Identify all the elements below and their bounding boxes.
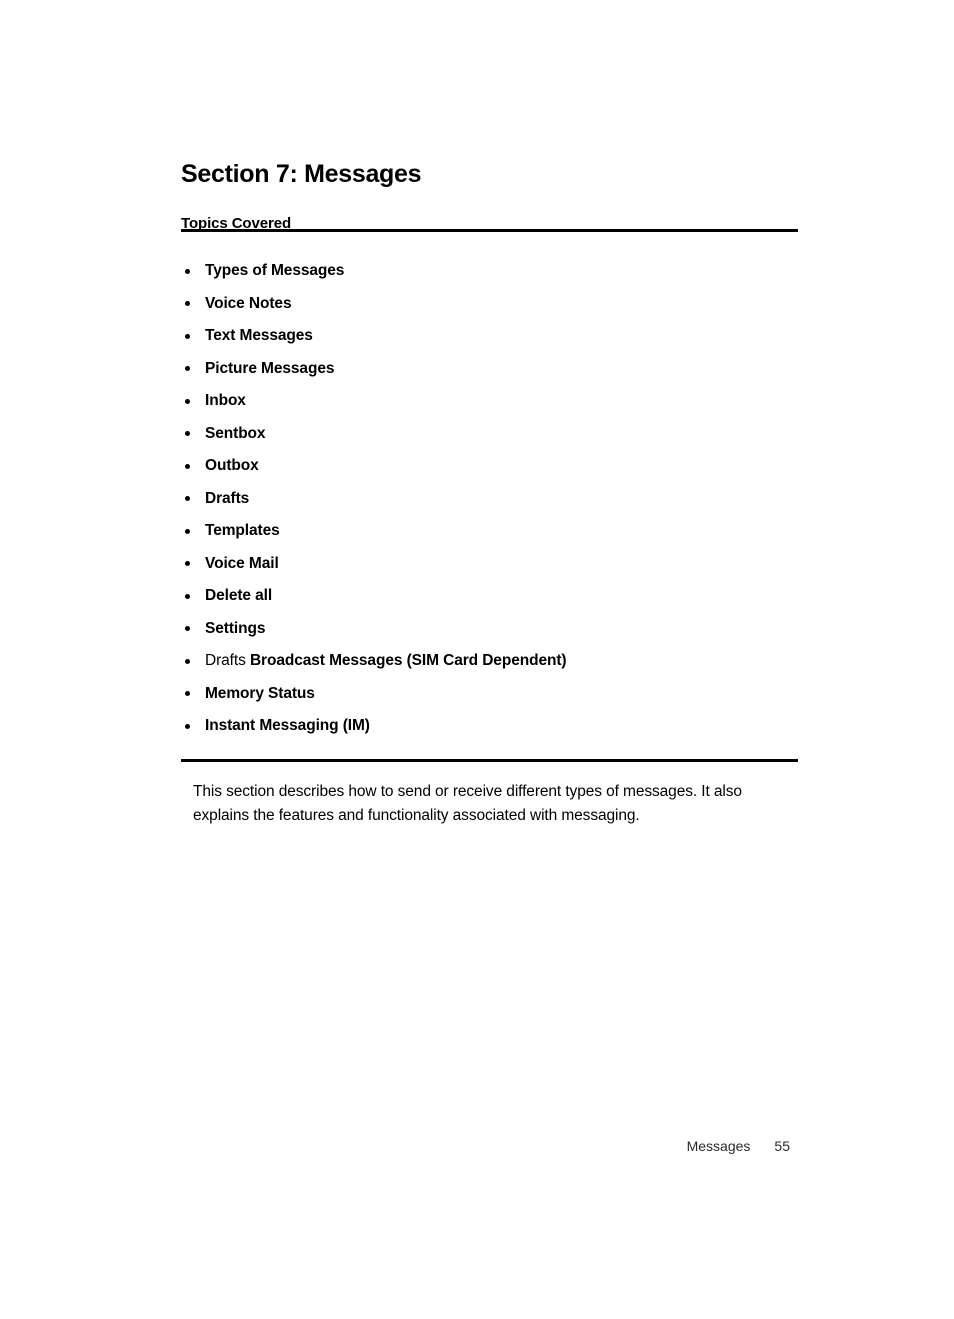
divider-bottom	[181, 759, 798, 762]
topic-item-label: Broadcast Messages (SIM Card Dependent)	[249, 652, 567, 669]
divider-top	[181, 229, 798, 232]
topic-item-label: Voice Mail	[205, 554, 279, 572]
topic-list-item: Delete all	[181, 580, 801, 613]
topic-item-label: Text Messages	[205, 327, 313, 344]
bullet-icon	[185, 593, 190, 599]
bullet-icon	[185, 463, 190, 469]
topic-list-item: Sentbox	[181, 418, 801, 451]
topic-item-label: Instant Messaging (IM)	[205, 717, 370, 734]
topic-item-label: Drafts	[205, 489, 250, 507]
topic-item-label: Types of Messages	[205, 262, 345, 279]
bullet-icon	[185, 366, 190, 372]
topic-list-item: Types of Messages	[181, 255, 801, 288]
footer-page-number: 55	[774, 1138, 790, 1154]
topic-list-item: Templates	[181, 515, 801, 548]
page-title: Section 7: Messages	[181, 159, 422, 188]
topic-item-label: Memory Status	[205, 684, 315, 702]
topic-list-item: Voice Notes	[181, 288, 801, 321]
topic-list-item: Memory Status	[181, 678, 801, 711]
topic-list-item: Picture Messages	[181, 353, 801, 386]
topics-list: Types of Messages Voice Notes Text Message…	[181, 255, 801, 743]
bullet-icon	[185, 723, 190, 729]
bullet-icon	[185, 626, 190, 632]
topic-list-item: Outbox	[181, 450, 801, 483]
bullet-icon	[185, 691, 190, 697]
topic-list-item: Instant Messaging (IM)	[181, 710, 801, 743]
bullet-icon	[185, 398, 190, 404]
bullet-icon	[185, 658, 190, 664]
topic-item-label: Settings	[205, 619, 266, 637]
topic-list-item: Drafts	[181, 483, 801, 516]
bullet-icon	[185, 561, 190, 567]
topic-item-label: Voice Notes	[205, 294, 292, 312]
topic-item-label: Templates	[205, 522, 280, 539]
intro-paragraph: This section describes how to send or re…	[193, 783, 742, 824]
bullet-icon	[185, 333, 190, 339]
topic-item-label-prefix: Drafts	[205, 652, 250, 669]
topic-list-item: Inbox	[181, 385, 801, 418]
bullet-icon	[185, 301, 190, 307]
topic-list-item: Voice Mail	[181, 548, 801, 581]
topic-item-label: Outbox	[205, 457, 259, 474]
topic-list-item: Settings	[181, 613, 801, 646]
topic-item-label: Sentbox	[205, 424, 266, 442]
bullet-icon	[185, 528, 190, 534]
topic-item-label: Inbox	[205, 392, 246, 409]
page-footer: Messages 55	[600, 1138, 790, 1154]
topic-list-item: Drafts Broadcast Messages (SIM Card Depe…	[181, 645, 801, 678]
bullet-icon	[185, 496, 190, 502]
topic-item-label: Picture Messages	[205, 359, 335, 377]
document-page: Section 7: Messages Topics Covered Types…	[0, 0, 954, 1319]
topic-list-item: Text Messages	[181, 320, 801, 353]
footer-section-label: Messages	[686, 1138, 751, 1154]
topic-item-label: Delete all	[205, 587, 273, 604]
bullet-icon	[185, 431, 190, 437]
bullet-icon	[185, 268, 190, 274]
